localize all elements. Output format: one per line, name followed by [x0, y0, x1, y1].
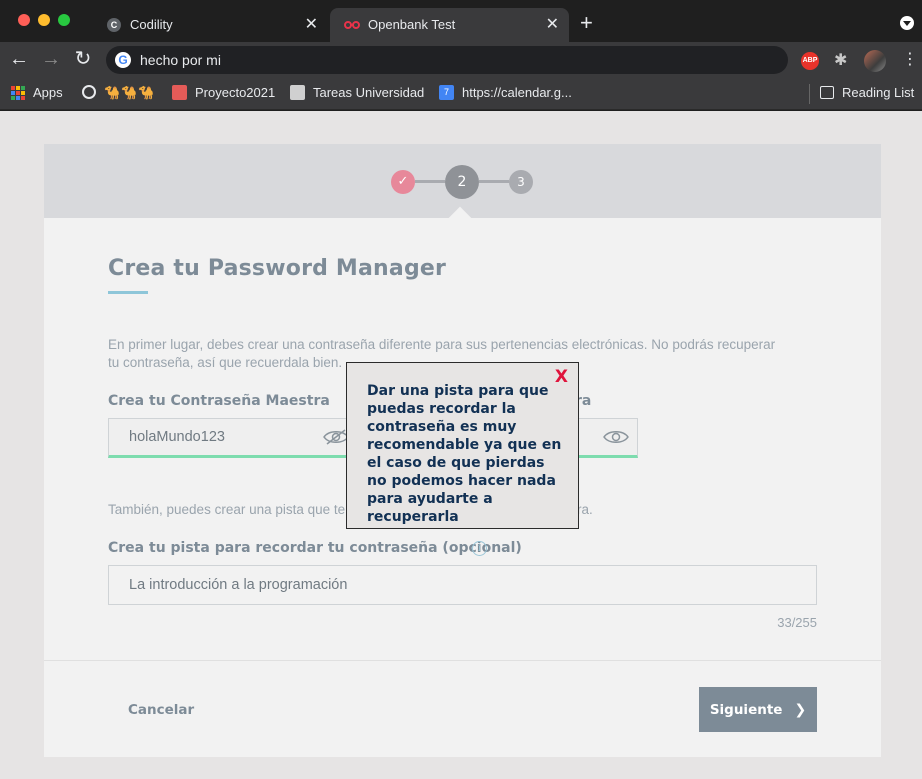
bookmark-apps[interactable]: Apps: [11, 85, 63, 100]
hint-tooltip-popup: X Dar una pista para que puedas recordar…: [346, 362, 579, 529]
bookmark-label: https://calendar.g...: [462, 85, 572, 100]
step-2-current: 2: [445, 165, 479, 199]
page-title: Crea tu Password Manager: [108, 256, 447, 281]
back-icon[interactable]: ←: [8, 48, 30, 70]
step-3-pending: 3: [509, 170, 533, 194]
window-close-button[interactable]: [18, 14, 30, 26]
globe-icon: [82, 85, 96, 99]
adblock-icon[interactable]: ABP: [801, 52, 819, 70]
cancel-button[interactable]: Cancelar: [128, 702, 194, 718]
master-password-field[interactable]: [108, 418, 358, 458]
bookmark-label: Proyecto2021: [195, 85, 276, 100]
hint-field[interactable]: [108, 565, 817, 605]
reading-list-icon: [820, 86, 834, 99]
tab-strip: C Codility ✕ Openbank Test ✕ +: [0, 0, 922, 42]
address-bar[interactable]: G: [106, 46, 788, 74]
tab-label: Openbank Test: [368, 17, 456, 32]
bookmark-label: Tareas Universidad: [313, 85, 425, 100]
tab-openbank[interactable]: Openbank Test ✕: [330, 8, 569, 42]
bookmark-proyecto2021[interactable]: Proyecto2021: [172, 85, 275, 100]
info-icon[interactable]: i: [472, 541, 487, 556]
character-counter: 33/255: [777, 615, 817, 630]
reading-list-label: Reading List: [842, 85, 915, 100]
master-password-input[interactable]: [129, 429, 329, 445]
hint-input[interactable]: [129, 577, 729, 593]
next-button[interactable]: Siguiente ❯: [699, 687, 817, 732]
browser-menu-icon[interactable]: ⋮: [902, 49, 918, 69]
bookmark-tareas-universidad[interactable]: Tareas Universidad: [290, 85, 424, 100]
page-icon: [290, 85, 305, 100]
reload-icon[interactable]: ↻: [72, 48, 94, 70]
codility-icon: C: [106, 18, 122, 32]
chevron-right-icon: ❯: [794, 701, 807, 718]
trello-icon: [172, 85, 187, 100]
bookmark-label: Apps: [33, 85, 63, 100]
bookmark-calendar[interactable]: 7 https://calendar.g...: [439, 85, 572, 100]
reading-list-button[interactable]: Reading List: [820, 85, 914, 100]
camel-icon: 🐪🐪🐪: [104, 85, 156, 100]
forward-icon[interactable]: →: [40, 48, 62, 70]
apps-grid-icon: [11, 85, 25, 100]
step-connector: [479, 180, 509, 183]
footer-divider: [44, 660, 881, 661]
openbank-icon: [344, 18, 360, 32]
close-tab-icon[interactable]: ✕: [305, 14, 318, 34]
window-zoom-button[interactable]: [58, 14, 70, 26]
extensions-puzzle-icon[interactable]: ✱: [834, 50, 847, 70]
profile-avatar[interactable]: [864, 50, 886, 72]
next-button-label: Siguiente: [709, 701, 783, 718]
tab-codility[interactable]: C Codility ✕: [92, 8, 328, 42]
step-connector: [415, 180, 445, 183]
bookmarks-bar: Apps 🐪🐪🐪 Proyecto2021 Tareas Universidad…: [0, 78, 922, 110]
eye-icon[interactable]: [603, 429, 629, 445]
bookmark-camels[interactable]: 🐪🐪🐪: [104, 85, 156, 101]
url-input[interactable]: [140, 52, 740, 68]
title-underline: [108, 291, 148, 294]
google-icon: G: [115, 52, 131, 68]
stepper: ✓ 2 3: [44, 144, 881, 218]
bookmarks-separator: [809, 84, 810, 104]
tab-label: Codility: [130, 17, 173, 32]
master-password-label: Crea tu Contraseña Maestra: [108, 393, 330, 409]
hint-label: Crea tu pista para recordar tu contraseñ…: [108, 540, 522, 556]
new-tab-button[interactable]: +: [580, 12, 593, 34]
browser-toolbar: ← → ↻ G ABP ✱ ⋮: [0, 42, 922, 78]
window-minimize-button[interactable]: [38, 14, 50, 26]
close-tab-icon[interactable]: ✕: [546, 14, 559, 34]
tab-search-icon[interactable]: [900, 16, 914, 30]
step-1-complete: ✓: [391, 170, 415, 194]
bookmark-globe[interactable]: [82, 85, 102, 99]
calendar-icon: 7: [439, 85, 454, 100]
popup-message: Dar una pista para que puedas recordar l…: [367, 383, 562, 525]
